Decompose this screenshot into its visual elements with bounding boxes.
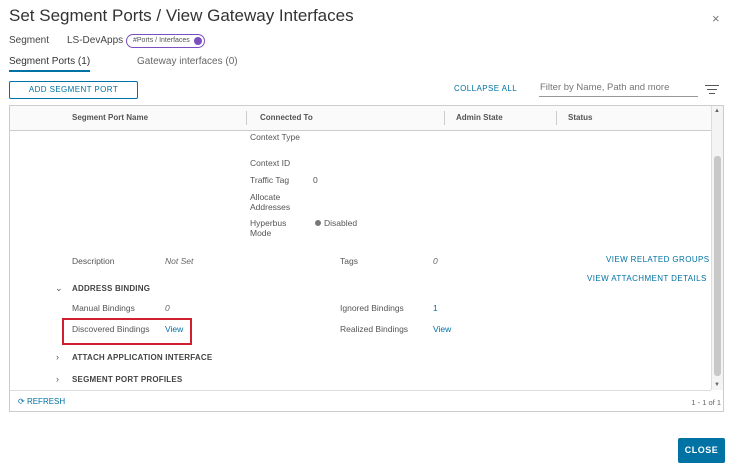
add-segment-port-button[interactable]: ADD SEGMENT PORT [9, 81, 138, 99]
view-related-groups-link[interactable]: VIEW RELATED GROUPS [606, 255, 709, 264]
column-header-name[interactable]: Segment Port Name [72, 113, 148, 122]
hyperbus-mode-value: Disabled [315, 218, 357, 228]
close-button[interactable]: CLOSE [678, 438, 725, 463]
chevron-right-icon[interactable]: › [56, 352, 59, 362]
traffic-tag-label: Traffic Tag [250, 175, 290, 185]
filter-input[interactable] [539, 82, 698, 97]
column-header-connected[interactable]: Connected To [260, 113, 313, 122]
refresh-icon: ⟳ [18, 397, 25, 406]
tags-value: 0 [433, 256, 438, 266]
highlight-box [62, 318, 192, 345]
chevron-right-icon[interactable]: › [56, 374, 59, 384]
segment-port-profiles-section[interactable]: SEGMENT PORT PROFILES [72, 375, 182, 384]
grid-scrollbar[interactable]: ▲ ▼ [711, 106, 723, 390]
segment-name: LS-DevApps [67, 35, 124, 46]
dialog-title: Set Segment Ports / View Gateway Interfa… [9, 6, 354, 25]
disabled-status-icon [315, 220, 321, 226]
hyperbus-mode-text: Disabled [324, 218, 358, 228]
column-separator[interactable] [444, 111, 445, 125]
refresh-label: REFRESH [26, 397, 66, 406]
grid-footer: ⟳ REFRESH 1 - 1 of 1 [10, 390, 721, 411]
attach-app-interface-section[interactable]: ATTACH APPLICATION INTERFACE [72, 353, 212, 362]
allocate-addresses-label: Allocate Addresses [250, 192, 291, 212]
refresh-button[interactable]: ⟳ REFRESH [18, 397, 65, 406]
close-icon[interactable]: × [712, 11, 720, 26]
ports-interfaces-badge[interactable]: #Ports / Interfaces [126, 34, 205, 48]
realized-bindings-label: Realized Bindings [340, 324, 409, 334]
context-id-label: Context ID [250, 158, 291, 168]
description-value: Not Set [165, 256, 194, 266]
traffic-tag-value: 0 [313, 175, 318, 185]
column-separator[interactable] [246, 111, 247, 125]
manual-bindings-label: Manual Bindings [72, 303, 135, 313]
chevron-down-icon[interactable]: ⌄ [55, 283, 63, 294]
segment-label: Segment [9, 35, 50, 46]
ignored-bindings-link[interactable]: 1 [433, 303, 438, 313]
hyperbus-mode-label: Hyperbus Mode [250, 218, 287, 238]
realized-bindings-view-link[interactable]: View [433, 324, 451, 334]
pagination-text: 1 - 1 of 1 [691, 398, 721, 407]
context-type-label: Context Type [250, 132, 300, 142]
segment-ports-grid: Segment Port Name Connected To Admin Sta… [9, 105, 724, 412]
column-header-status[interactable]: Status [568, 113, 592, 122]
column-header-admin-state[interactable]: Admin State [456, 113, 503, 122]
badge-dot-icon [193, 37, 202, 45]
badge-label: #Ports / Interfaces [133, 37, 190, 44]
ignored-bindings-label: Ignored Bindings [340, 303, 404, 313]
filter-icon[interactable] [705, 85, 719, 97]
collapse-all-button[interactable]: COLLAPSE ALL [454, 84, 517, 93]
grid-header: Segment Port Name Connected To Admin Sta… [10, 106, 711, 131]
scroll-up-icon[interactable]: ▲ [714, 108, 720, 114]
tab-gateway-interfaces[interactable]: Gateway interfaces (0) [137, 56, 238, 67]
column-separator[interactable] [556, 111, 557, 125]
tags-label: Tags [340, 256, 358, 266]
tab-segment-ports[interactable]: Segment Ports (1) [9, 56, 91, 72]
scrollbar-thumb[interactable] [714, 156, 721, 376]
view-attachment-details-link[interactable]: VIEW ATTACHMENT DETAILS [587, 274, 707, 283]
scroll-down-icon[interactable]: ▼ [714, 382, 720, 388]
description-label: Description [72, 256, 115, 266]
manual-bindings-value: 0 [165, 303, 170, 313]
address-binding-title[interactable]: ADDRESS BINDING [72, 284, 150, 293]
